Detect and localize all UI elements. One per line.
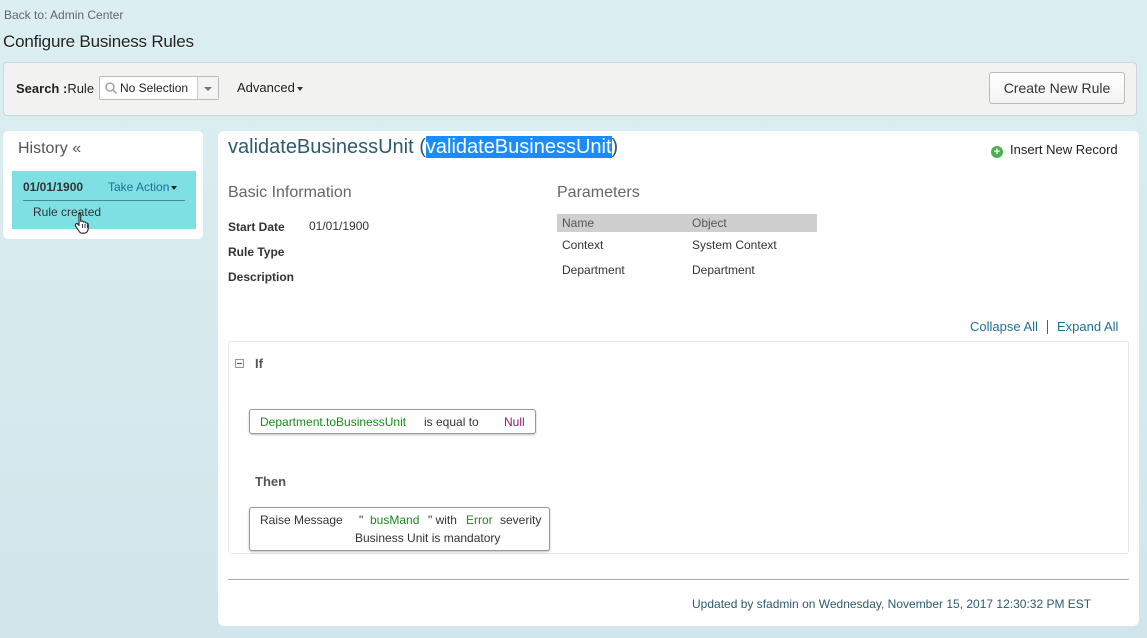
rule-select[interactable]: No Selection bbox=[99, 76, 219, 100]
parameters-table-header: Name Object bbox=[557, 214, 817, 232]
hand-cursor-icon bbox=[74, 212, 89, 234]
back-link[interactable]: Back to: Admin Center bbox=[4, 8, 123, 22]
description-label: Description bbox=[228, 270, 295, 284]
history-title[interactable]: History « bbox=[18, 140, 81, 158]
rule-id: validateBusinessUnit bbox=[425, 136, 612, 158]
search-bar: Search :Rule No Selection Advanced Creat… bbox=[3, 62, 1137, 116]
action-type: Raise Message bbox=[260, 513, 343, 527]
advanced-dropdown[interactable]: Advanced bbox=[237, 80, 303, 95]
history-date: 01/01/1900 bbox=[23, 180, 84, 194]
chevron-down-icon[interactable] bbox=[197, 77, 218, 99]
action-with: " with bbox=[428, 513, 457, 527]
select-value: No Selection bbox=[120, 81, 189, 95]
updated-by-text: Updated by sfadmin on Wednesday, Novembe… bbox=[692, 597, 1092, 611]
page-title: Configure Business Rules bbox=[3, 32, 194, 51]
divider bbox=[228, 579, 1129, 580]
history-entry[interactable]: 01/01/1900 Take Action Rule created bbox=[12, 171, 196, 229]
divider bbox=[1047, 320, 1048, 334]
then-label: Then bbox=[255, 474, 287, 489]
chevron-down-icon bbox=[171, 185, 178, 190]
collapse-all-link[interactable]: Collapse All bbox=[970, 319, 1038, 334]
add-circle-icon: + bbox=[991, 146, 1003, 158]
message-key: busMand bbox=[370, 513, 420, 527]
expand-all-link[interactable]: Expand All bbox=[1057, 319, 1118, 334]
rule-title: validateBusinessUnit (validateBusinessUn… bbox=[228, 136, 619, 158]
condition-operator: is equal to bbox=[424, 415, 479, 429]
search-icon bbox=[105, 82, 117, 94]
if-label: If bbox=[255, 356, 263, 371]
rule-type-label: Rule Type bbox=[228, 245, 285, 259]
collapse-icon[interactable] bbox=[235, 359, 244, 368]
if-condition[interactable]: Department.toBusinessUnit is equal to Nu… bbox=[249, 409, 536, 434]
action-quote: " bbox=[359, 513, 364, 527]
rule-detail-panel: validateBusinessUnit (validateBusinessUn… bbox=[218, 131, 1139, 626]
column-header: Name bbox=[562, 216, 595, 230]
start-date-label: Start Date bbox=[228, 220, 285, 234]
severity-value: Error bbox=[466, 513, 493, 527]
column-header: Object bbox=[692, 216, 727, 230]
message-text: Business Unit is mandatory bbox=[355, 531, 501, 545]
then-action[interactable]: Raise Message " busMand " with Error sev… bbox=[249, 507, 550, 551]
condition-value: Null bbox=[504, 415, 525, 429]
divider bbox=[23, 200, 185, 201]
start-date-value: 01/01/1900 bbox=[309, 219, 370, 233]
insert-new-record-button[interactable]: + Insert New Record bbox=[991, 142, 1118, 158]
search-label: Search :Rule bbox=[16, 81, 95, 96]
severity-suffix: severity bbox=[500, 513, 542, 527]
chevron-down-icon bbox=[296, 86, 303, 91]
basic-information-heading: Basic Information bbox=[228, 184, 352, 201]
take-action-dropdown[interactable]: Take Action bbox=[108, 180, 178, 194]
parameters-heading: Parameters bbox=[557, 184, 640, 201]
rule-body: If Department.toBusinessUnit is equal to… bbox=[228, 341, 1129, 554]
create-new-rule-button[interactable]: Create New Rule bbox=[989, 72, 1125, 104]
history-panel: History « 01/01/1900 Take Action Rule cr… bbox=[3, 131, 203, 239]
condition-field: Department.toBusinessUnit bbox=[260, 415, 407, 429]
